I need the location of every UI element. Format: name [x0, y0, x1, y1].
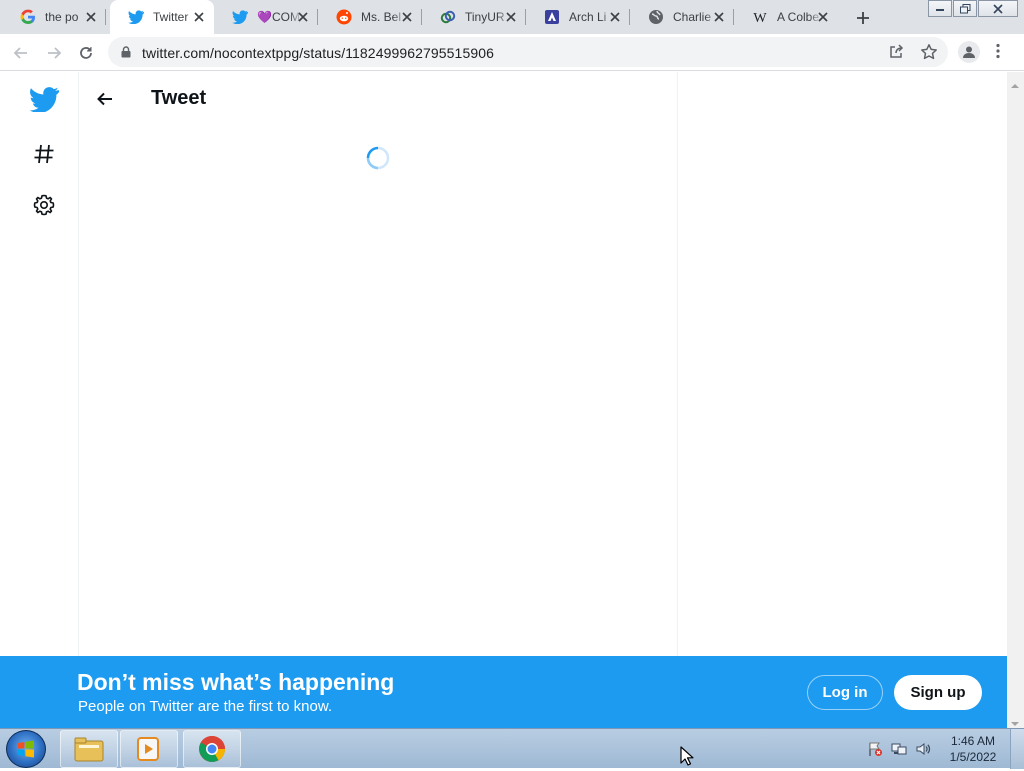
close-tab-icon[interactable]	[816, 10, 830, 24]
wikipedia-icon: W	[752, 9, 768, 25]
share-icon[interactable]	[888, 44, 904, 65]
person-icon	[963, 46, 975, 58]
tab-arch[interactable]: Arch Li	[526, 0, 630, 34]
reddit-icon	[336, 9, 352, 25]
banner-headline: Don’t miss what’s happening	[77, 669, 395, 695]
tab-google[interactable]: the po	[2, 0, 106, 34]
arch-icon	[544, 9, 560, 25]
taskbar-media-player[interactable]	[120, 730, 178, 768]
globe-icon	[648, 9, 664, 25]
clock-time: 1:46 AM	[950, 734, 996, 748]
chrome-icon	[199, 736, 226, 762]
signup-button[interactable]: Sign up	[894, 675, 982, 710]
settings-gear-icon[interactable]	[28, 189, 60, 221]
page-scrollbar[interactable]	[1007, 72, 1024, 728]
minimize-button[interactable]	[928, 0, 952, 17]
windows-logo-icon	[18, 740, 34, 758]
close-tab-icon[interactable]	[608, 10, 622, 24]
tab-twitter[interactable]: Twitter	[110, 0, 214, 34]
twitter-page: Tweet	[0, 72, 1007, 656]
reload-button[interactable]	[75, 42, 97, 64]
arrow-left-icon	[13, 47, 27, 59]
taskbar-explorer[interactable]	[60, 730, 118, 768]
arrow-right-icon	[48, 47, 62, 59]
tab-tinyurl[interactable]: TinyUR	[422, 0, 526, 34]
lock-icon[interactable]	[121, 45, 131, 63]
twitter-logo-icon[interactable]	[28, 83, 60, 115]
close-tab-icon[interactable]	[504, 10, 518, 24]
browser-toolbar: twitter.com/nocontextppg/status/11824999…	[0, 34, 1024, 71]
loading-spinner-icon	[366, 146, 390, 170]
explore-hashtag-icon[interactable]	[28, 138, 60, 170]
svg-text:W: W	[753, 11, 767, 25]
twitter-sidebar	[0, 72, 79, 656]
mouse-cursor-icon	[680, 746, 694, 771]
twitter-icon	[128, 9, 144, 25]
tab-twitter-2[interactable]: 💜COM	[214, 0, 318, 34]
tinyurl-icon	[440, 9, 456, 25]
close-tab-icon[interactable]	[296, 10, 310, 24]
back-arrow-icon[interactable]	[95, 89, 115, 109]
scroll-up-icon[interactable]	[1011, 76, 1019, 94]
browser-menu-icon[interactable]	[996, 43, 1000, 64]
clock-date: 1/5/2022	[949, 750, 997, 764]
close-tab-icon[interactable]	[84, 10, 98, 24]
profile-avatar[interactable]	[958, 41, 980, 63]
google-icon	[20, 9, 36, 25]
media-player-icon	[137, 737, 159, 761]
action-center-flag-icon[interactable]	[867, 741, 883, 757]
tab-wikipedia[interactable]: W A Colbe	[734, 0, 838, 34]
main-column: Tweet	[79, 72, 678, 656]
signup-banner: Don’t miss what’s happening People on Tw…	[0, 656, 1007, 728]
address-bar[interactable]: twitter.com/nocontextppg/status/11824999…	[108, 37, 948, 67]
tab-strip: the po Twitter 💜COM Ms. Bel TinyUR Arch …	[0, 0, 1024, 34]
banner-subtext: People on Twitter are the first to know.	[78, 698, 333, 715]
login-button[interactable]: Log in	[807, 675, 883, 710]
volume-icon[interactable]	[915, 741, 931, 757]
close-window-button[interactable]	[978, 0, 1018, 17]
url-text[interactable]: twitter.com/nocontextppg/status/11824999…	[142, 45, 494, 61]
taskbar-chrome[interactable]	[183, 730, 241, 768]
page-title: Tweet	[151, 87, 207, 109]
twitter-icon	[232, 9, 248, 25]
tab-separator	[105, 9, 106, 25]
show-desktop-button[interactable]	[1010, 729, 1024, 769]
close-tab-icon[interactable]	[192, 10, 206, 24]
folder-icon	[74, 737, 104, 762]
reload-icon	[80, 47, 92, 59]
close-tab-icon[interactable]	[712, 10, 726, 24]
network-icon[interactable]	[891, 741, 907, 757]
windows-taskbar: 1:46 AM 1/5/2022	[0, 728, 1024, 769]
tab-reddit[interactable]: Ms. Bel	[318, 0, 422, 34]
back-button[interactable]	[10, 42, 32, 64]
bookmark-star-icon[interactable]	[920, 43, 938, 66]
forward-button[interactable]	[43, 42, 65, 64]
system-clock[interactable]: 1:46 AM 1/5/2022	[942, 733, 1004, 765]
tab-charlie[interactable]: Charlie	[630, 0, 734, 34]
restore-button[interactable]	[953, 0, 977, 17]
close-tab-icon[interactable]	[400, 10, 414, 24]
new-tab-button[interactable]	[853, 8, 873, 28]
start-button[interactable]	[6, 730, 46, 768]
